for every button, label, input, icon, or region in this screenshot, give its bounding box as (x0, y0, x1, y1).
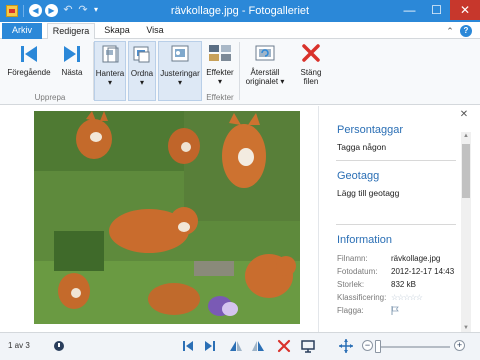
group-label-effects: Effekter (206, 93, 234, 102)
add-geotag-link[interactable]: Lägg till geotagg (337, 188, 399, 198)
delete-icon[interactable] (276, 338, 292, 354)
panel-scrollbar[interactable]: ▲ ▼ (461, 132, 471, 332)
revert-icon (255, 45, 275, 61)
manage-button[interactable]: Hantera ▾ (94, 41, 126, 101)
previous-button[interactable]: Föregående (6, 41, 52, 91)
revert-original-button[interactable]: Återställ originalet ▾ (243, 41, 287, 91)
date-value: 2012-12-17 14:43 (391, 267, 455, 276)
manage-label: Hantera (95, 69, 125, 78)
people-tags-heading: Persontaggar (337, 124, 404, 136)
ribbon-tab-bar: Arkiv Redigera Skapa Visa ⌃ ? (0, 22, 480, 40)
scroll-up-icon[interactable]: ▲ (461, 132, 471, 140)
organize-button[interactable]: Ordna ▾ (128, 41, 156, 101)
help-icon[interactable]: ? (460, 25, 472, 37)
app-icon[interactable] (6, 5, 18, 17)
close-file-button[interactable]: Stäng filen (296, 41, 326, 91)
forward-arrow-icon[interactable]: ▶ (45, 4, 58, 17)
info-panel: ✕ Persontaggar Tagga någon Geotagg Lägg … (318, 106, 480, 332)
redo-icon[interactable]: ↷ (76, 3, 90, 17)
dropdown-arrow-icon: ▾ (107, 78, 112, 87)
info-row-rating: Klassificering: ☆☆☆☆☆ (337, 292, 459, 303)
status-bar: 1 av 3 − + (0, 332, 480, 360)
next-icon (64, 46, 80, 62)
info-row-flag: Flagga: (337, 305, 459, 316)
effects-button[interactable]: Effekter ▾ (204, 41, 236, 91)
rotate-right-icon[interactable] (250, 338, 266, 354)
next-label: Nästa (61, 68, 83, 77)
date-label: Fotodatum: (337, 267, 378, 276)
group-label-navigate: Upprepa (34, 93, 66, 102)
slideshow-icon[interactable] (300, 338, 316, 354)
collapse-ribbon-icon[interactable]: ⌃ (444, 25, 456, 37)
revert-label-line1: Återställ (250, 68, 280, 77)
fit-to-window-icon[interactable] (338, 338, 354, 354)
zoom-out-button[interactable]: − (362, 340, 373, 351)
adjustments-icon (171, 45, 189, 62)
tab-file[interactable]: Arkiv (2, 23, 42, 39)
previous-icon (21, 46, 37, 62)
scroll-thumb[interactable] (462, 144, 470, 198)
revert-label-line2: originalet (245, 77, 279, 86)
customize-toolbar-icon[interactable]: ▾ (94, 3, 104, 17)
dropdown-arrow-icon: ▾ (217, 77, 222, 86)
filename-value: rävkollage.jpg (391, 254, 441, 263)
clock-icon[interactable] (54, 341, 64, 351)
close-panel-icon[interactable]: ✕ (459, 109, 469, 121)
zoom-in-button[interactable]: + (454, 340, 465, 351)
star-icon[interactable]: ☆ (416, 293, 423, 302)
organize-icon (133, 46, 150, 63)
information-heading: Information (337, 234, 393, 246)
dropdown-arrow-icon: ▾ (139, 78, 144, 87)
tab-create[interactable]: Skapa (100, 23, 134, 39)
panel-divider (336, 160, 456, 161)
close-window-button[interactable]: ✕ (450, 0, 480, 20)
fox-collage-image[interactable] (34, 111, 300, 324)
scroll-down-icon[interactable]: ▼ (461, 324, 471, 332)
size-label: Storlek: (337, 280, 365, 289)
filename-label: Filnamn: (337, 254, 368, 263)
adjustments-button[interactable]: Justeringar ▾ (158, 41, 202, 101)
close-file-icon (302, 44, 320, 62)
effects-label: Effekter (206, 68, 234, 77)
titlebar-separator (23, 5, 24, 17)
organize-label: Ordna (130, 69, 154, 78)
zoom-slider-track[interactable] (376, 346, 450, 348)
close-file-label-line1: Stäng (300, 68, 322, 77)
title-bar: ◀ ▶ ↶ ↷ ▾ rävkollage.jpg - Fotogalleriet… (0, 0, 480, 22)
position-counter: 1 av 3 (8, 341, 30, 350)
tag-someone-link[interactable]: Tagga någon (337, 142, 386, 152)
flag-label: Flagga: (337, 306, 364, 315)
close-file-label-line2: filen (303, 77, 319, 86)
panel-divider (336, 224, 456, 225)
effects-icon (209, 45, 231, 61)
rating-stars[interactable]: ☆☆☆☆☆ (391, 293, 423, 302)
undo-icon[interactable]: ↶ (61, 3, 75, 17)
ribbon-separator (239, 42, 240, 100)
manage-icon (102, 45, 119, 63)
rating-label: Klassificering: (337, 293, 387, 302)
zoom-slider-thumb[interactable] (375, 340, 381, 353)
back-arrow-icon[interactable]: ◀ (29, 4, 42, 17)
info-row-date: Fotodatum: 2012-12-17 14:43 (337, 266, 459, 277)
info-row-size: Storlek: 832 kB (337, 279, 459, 290)
info-row-filename: Filnamn: rävkollage.jpg (337, 253, 459, 264)
previous-image-icon[interactable] (180, 338, 196, 354)
previous-label: Föregående (7, 68, 51, 77)
dropdown-arrow-icon: ▾ (177, 78, 182, 87)
ribbon: Föregående Nästa Upprepa Hantera ▾ Ordna ▾ (0, 39, 480, 105)
minimize-button[interactable]: — (396, 0, 423, 20)
tab-edit[interactable]: Redigera (47, 23, 95, 40)
next-button[interactable]: Nästa (55, 41, 89, 91)
tab-view[interactable]: Visa (141, 23, 169, 39)
dropdown-arrow-icon: ▾ (278, 77, 285, 86)
size-value: 832 kB (391, 280, 416, 289)
adjustments-label: Justeringar (160, 69, 200, 78)
rotate-left-icon[interactable] (228, 338, 244, 354)
next-image-icon[interactable] (202, 338, 218, 354)
flag-icon[interactable] (391, 306, 399, 315)
maximize-button[interactable]: ☐ (423, 0, 450, 20)
geotag-heading: Geotagg (337, 170, 380, 182)
